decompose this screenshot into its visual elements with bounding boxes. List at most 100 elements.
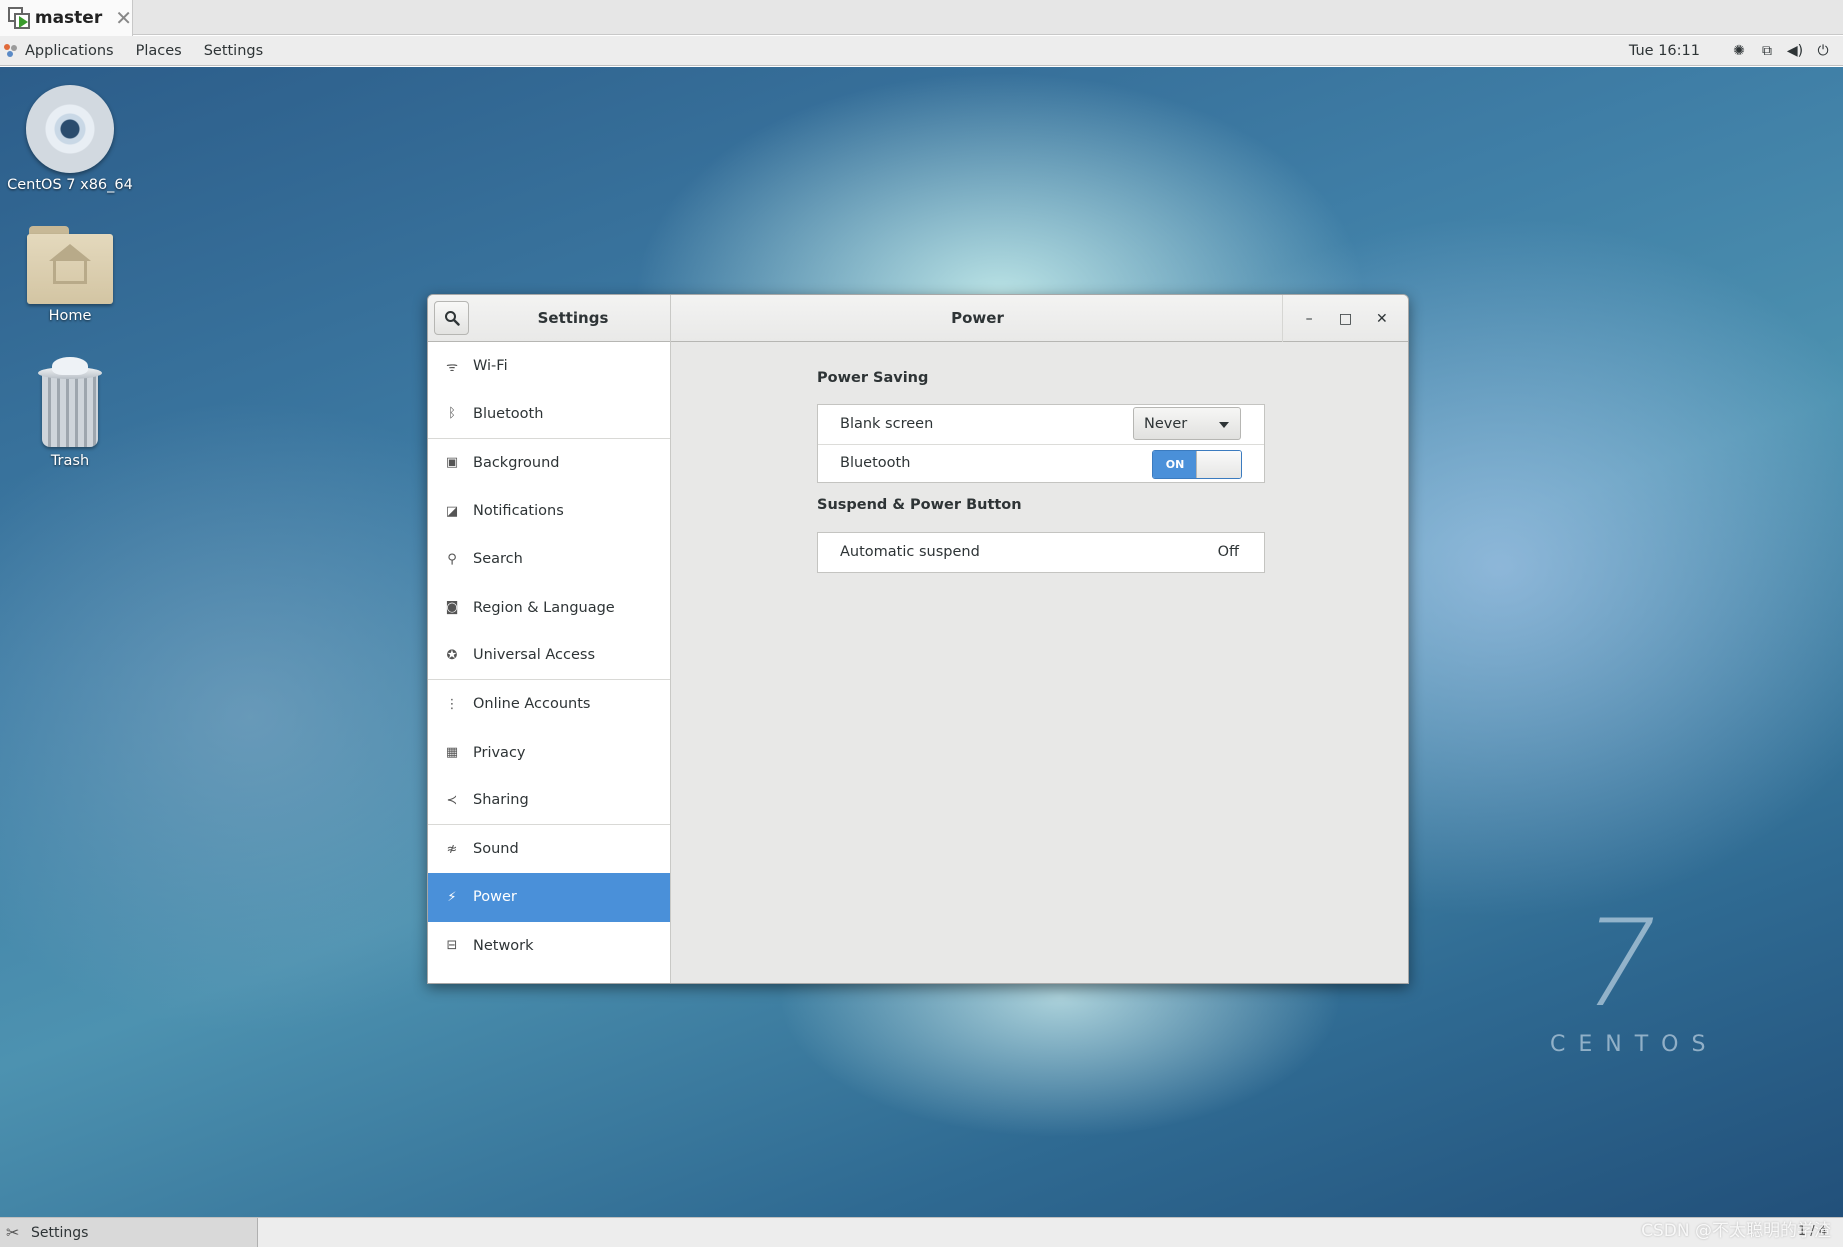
sound-icon: ≉ xyxy=(446,841,458,857)
sidebar-item-label: Search xyxy=(473,551,523,568)
sidebar-item-label: Bluetooth xyxy=(473,405,544,422)
sidebar-item-network[interactable]: ⊟ Network xyxy=(428,922,670,970)
sidebar-item-bluetooth[interactable]: ᛒ Bluetooth xyxy=(428,390,670,439)
privacy-icon: ▦ xyxy=(445,745,459,761)
sidebar-item-search[interactable]: ⚲ Search xyxy=(428,535,670,583)
watermark: CSDN @不太聪明的学渣 xyxy=(1641,1221,1831,1241)
sidebar-item-sound[interactable]: ≉ Sound xyxy=(428,825,670,873)
sidebar-item-label: Universal Access xyxy=(473,647,596,664)
automatic-suspend-value: Off xyxy=(1217,544,1239,560)
header-bar-left: Settings xyxy=(428,295,671,342)
maximize-button[interactable]: □ xyxy=(1332,306,1358,332)
chevron-down-icon xyxy=(1219,422,1229,428)
online-accounts-icon: ⋮ xyxy=(445,696,459,712)
centos-logo-word: CENTOS xyxy=(1550,1032,1719,1057)
bluetooth-label: Bluetooth xyxy=(840,455,911,472)
header-bar: Settings Power – □ ✕ xyxy=(428,295,1408,342)
desktop-icon-home[interactable]: Home xyxy=(0,222,140,324)
sidebar-title: Settings xyxy=(537,309,609,327)
universal-access-icon: ✪ xyxy=(446,647,458,663)
bluetooth-switch[interactable]: ON xyxy=(1152,449,1242,479)
desktop-icon-label: CentOS 7 x86_64 xyxy=(7,177,133,193)
search-icon: ⚲ xyxy=(447,551,457,567)
close-button[interactable]: ✕ xyxy=(1369,306,1395,332)
sidebar-item-label: Network xyxy=(473,937,534,954)
bottom-taskbar: ✂ Settings 1 / 4 xyxy=(0,1217,1843,1247)
sidebar-item-privacy[interactable]: ▦ Privacy xyxy=(428,728,670,776)
power-icon[interactable]: ⏻ xyxy=(1809,43,1837,59)
applications-menu[interactable]: Applications xyxy=(23,43,125,59)
search-icon xyxy=(444,311,460,326)
desktop-icon-cd[interactable]: CentOS 7 x86_64 xyxy=(0,85,140,193)
volume-icon[interactable]: ◀) xyxy=(1781,43,1809,59)
sidebar-item-label: Wi-Fi xyxy=(473,358,508,375)
desktop-icon-label: Home xyxy=(48,308,92,324)
applications-icon xyxy=(4,43,18,58)
panel-title: Power xyxy=(951,309,1004,327)
centos-logo-numeral: 7 xyxy=(1565,895,1672,1034)
power-saving-title: Power Saving xyxy=(817,370,929,386)
tools-icon: ✂ xyxy=(6,1222,20,1242)
sidebar-item-notifications[interactable]: ◪ Notifications xyxy=(428,487,670,535)
automatic-suspend-row[interactable]: Automatic suspend Off xyxy=(818,533,1264,572)
places-menu[interactable]: Places xyxy=(125,43,193,59)
suspend-list: Automatic suspend Off xyxy=(817,532,1265,573)
suspend-title: Suspend & Power Button xyxy=(817,497,1022,513)
cd-drive-icon xyxy=(26,85,114,173)
vm-tab-master[interactable]: master ✕ xyxy=(0,0,133,36)
sidebar-item-background[interactable]: ▣ Background xyxy=(428,439,670,487)
power-panel: Power Saving Blank screen Never Bluetoot… xyxy=(671,342,1408,983)
sidebar-item-power[interactable]: ⚡ Power xyxy=(428,873,670,922)
sidebar-item-label: Online Accounts xyxy=(473,696,591,713)
switch-on-label: ON xyxy=(1153,450,1197,478)
sharing-icon: ≺ xyxy=(446,792,458,808)
sidebar-item-label: Notifications xyxy=(473,503,564,520)
desktop-icon-trash[interactable]: Trash xyxy=(0,357,140,469)
gnome-top-bar: Applications Places Settings Tue 16:11 ✺… xyxy=(0,36,1843,66)
settings-menu[interactable]: Settings xyxy=(193,43,274,59)
vm-icon xyxy=(8,7,30,29)
sidebar-item-label: Power xyxy=(473,889,517,906)
sidebar-item-label: Sharing xyxy=(473,792,529,809)
sidebar-item-wifi[interactable]: ᯤ Wi-Fi xyxy=(428,342,670,390)
network-wired-icon[interactable]: ⧉ xyxy=(1753,43,1781,59)
sidebar-item-label: Background xyxy=(473,454,560,471)
notifications-icon: ◪ xyxy=(445,503,459,519)
sidebar-item-universal-access[interactable]: ✪ Universal Access xyxy=(428,632,670,681)
wifi-icon: ᯤ xyxy=(446,360,458,376)
minimize-button[interactable]: – xyxy=(1296,306,1322,332)
taskbar-item-label: Settings xyxy=(31,1224,89,1241)
trash-icon xyxy=(38,357,102,449)
vm-tab-close-icon[interactable]: ✕ xyxy=(115,6,132,30)
sidebar-item-online-accounts[interactable]: ⋮ Online Accounts xyxy=(428,680,670,728)
power-saving-list: Blank screen Never Bluetooth ON xyxy=(817,404,1265,483)
region-icon: ◙ xyxy=(445,600,459,616)
network-icon: ⊟ xyxy=(446,938,458,954)
home-folder-icon xyxy=(27,222,113,304)
switch-knob xyxy=(1196,450,1241,478)
sidebar-item-label: Sound xyxy=(473,841,519,858)
blank-screen-row: Blank screen Never xyxy=(818,405,1264,444)
search-button[interactable] xyxy=(434,301,469,335)
vm-tab-strip: master ✕ xyxy=(0,0,1843,36)
sidebar-item-label: Region & Language xyxy=(473,599,615,616)
settings-window: Settings Power – □ ✕ ᯤ Wi-Fi ᛒ Bluetooth ▣… xyxy=(427,294,1409,984)
sidebar-item-region-language[interactable]: ◙ Region & Language xyxy=(428,583,670,631)
blank-screen-value: Never xyxy=(1144,415,1188,432)
desktop-icon-label: Trash xyxy=(50,453,90,469)
automatic-suspend-label: Automatic suspend xyxy=(840,544,980,561)
taskbar-item-settings[interactable]: ✂ Settings xyxy=(0,1218,258,1247)
clock[interactable]: Tue 16:11 xyxy=(1629,43,1700,59)
bluetooth-row: Bluetooth ON xyxy=(818,443,1264,483)
blank-screen-label: Blank screen xyxy=(840,416,934,433)
sidebar-item-label: Privacy xyxy=(473,744,526,761)
settings-sidebar: ᯤ Wi-Fi ᛒ Bluetooth ▣ Background ◪ Notificat… xyxy=(428,342,671,983)
accessibility-icon[interactable]: ✺ xyxy=(1725,43,1753,59)
sidebar-item-sharing[interactable]: ≺ Sharing xyxy=(428,777,670,825)
background-icon: ▣ xyxy=(445,455,459,471)
window-controls: – □ ✕ xyxy=(1282,295,1408,342)
vm-tab-title: master xyxy=(34,8,103,28)
power-icon: ⚡ xyxy=(447,889,457,905)
blank-screen-dropdown[interactable]: Never xyxy=(1133,407,1241,440)
bluetooth-icon: ᛒ xyxy=(448,406,456,422)
